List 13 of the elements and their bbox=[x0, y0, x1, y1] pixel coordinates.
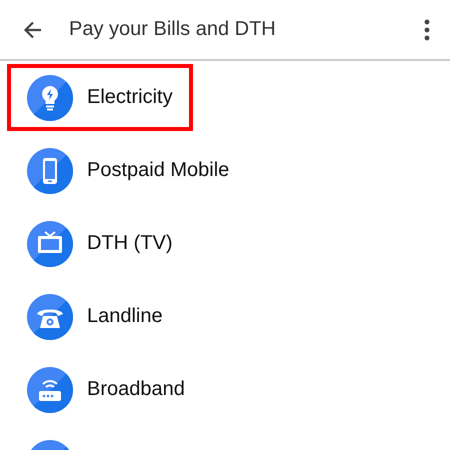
back-arrow-icon[interactable] bbox=[23, 20, 43, 40]
tv-icon bbox=[27, 220, 73, 266]
light-bulb-icon bbox=[27, 74, 73, 120]
page-title: Pay your Bills and DTH bbox=[69, 18, 277, 41]
list-item[interactable]: Broadband bbox=[7, 356, 205, 423]
phone-icon bbox=[27, 148, 73, 194]
list-item[interactable]: Electricity bbox=[7, 64, 193, 131]
list-item[interactable]: DTH (TV) bbox=[7, 210, 193, 277]
more-options-icon[interactable] bbox=[424, 18, 430, 40]
list-item[interactable]: Landline bbox=[7, 283, 183, 350]
list-item[interactable]: Postpaid Mobile bbox=[7, 137, 250, 204]
router-icon bbox=[27, 366, 73, 412]
telephone-icon bbox=[27, 294, 73, 340]
